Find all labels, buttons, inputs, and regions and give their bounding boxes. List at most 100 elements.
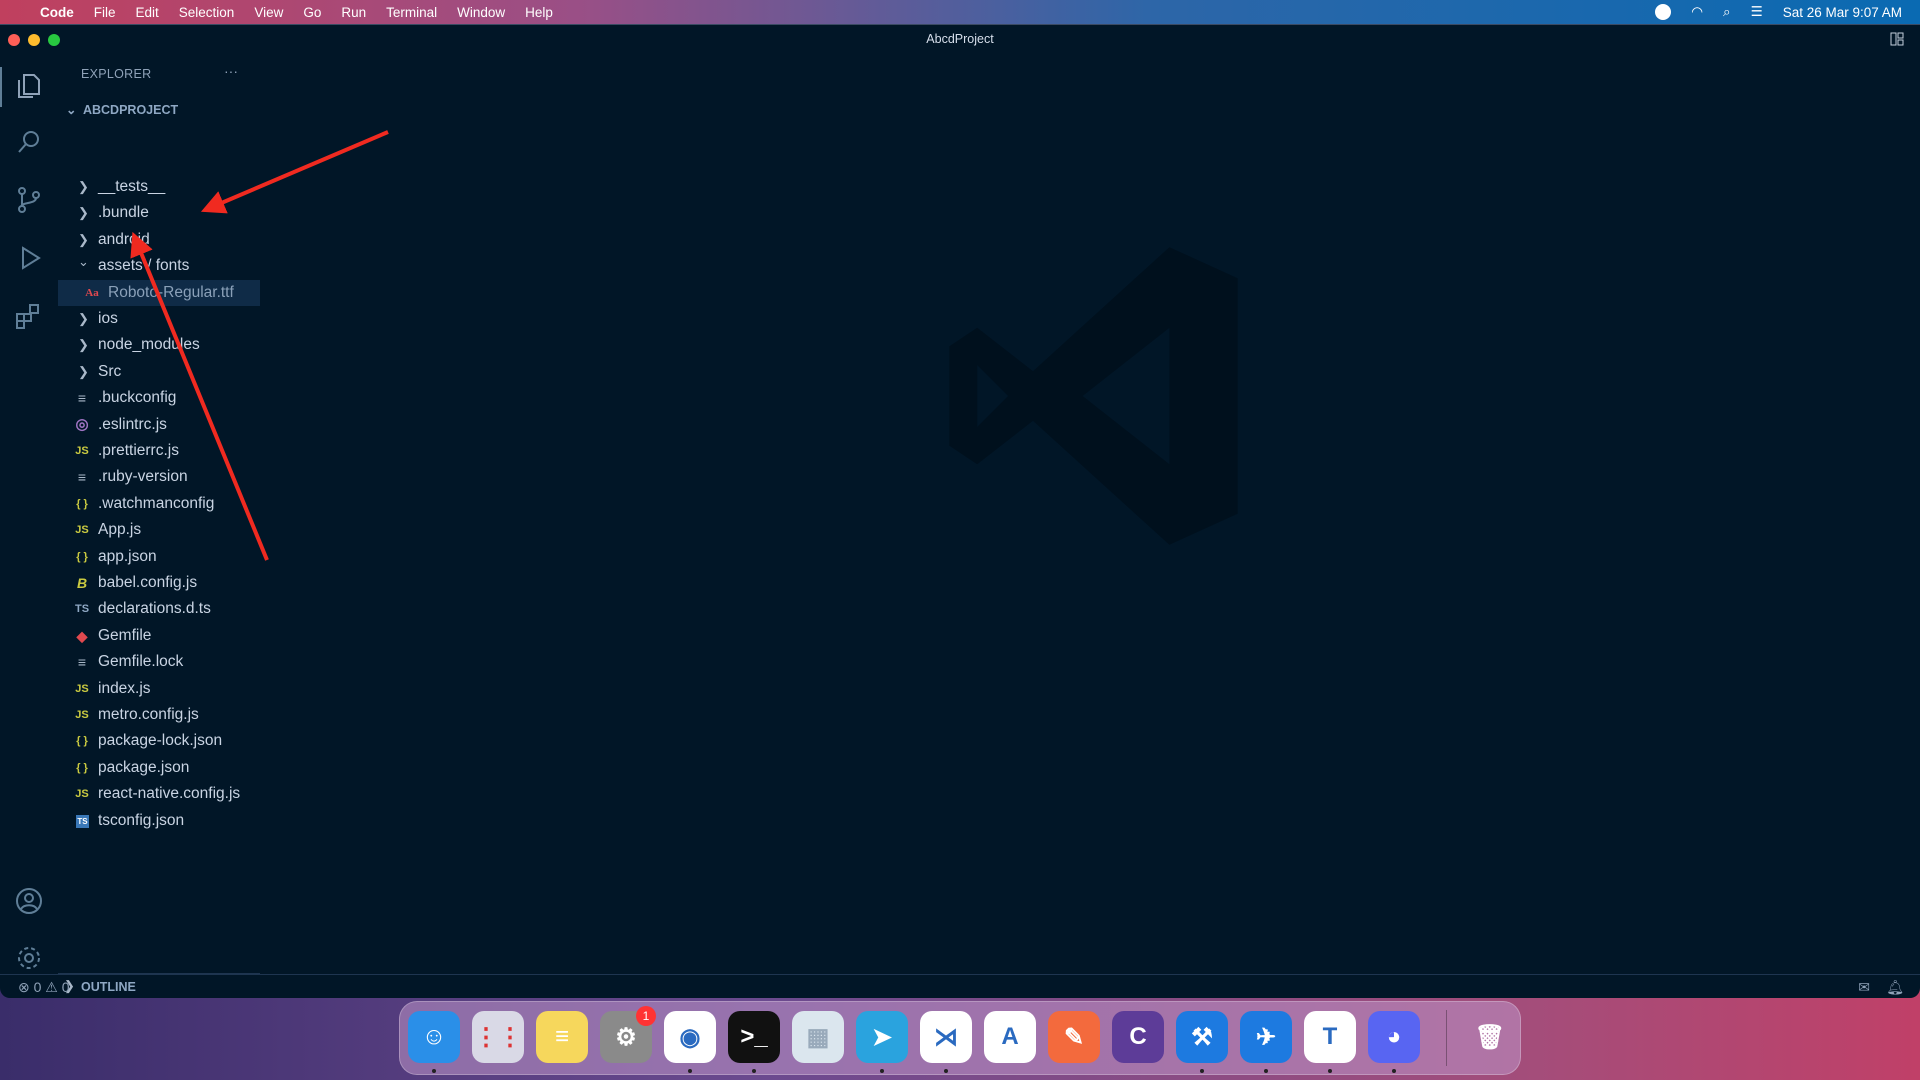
tree-item[interactable]: JS metro.config.js (58, 702, 260, 728)
layout-icon[interactable] (1890, 32, 1904, 46)
explorer-icon[interactable] (14, 71, 44, 101)
tree-item[interactable]: ◎ .eslintrc.js (58, 412, 260, 438)
project-folder-header[interactable]: ⌄ ABCDPROJECT (66, 102, 178, 117)
error-count: 0 (33, 979, 42, 995)
menu-file[interactable]: File (84, 5, 126, 20)
tree-item[interactable]: ❯ node_modules (58, 332, 260, 358)
clock[interactable]: Sat 26 Mar 9:07 AM (1783, 5, 1902, 20)
tree-item-label: ios (98, 310, 118, 327)
menu-run[interactable]: Run (331, 5, 376, 20)
tree-item[interactable]: Bbabel.config.js (58, 570, 260, 596)
tree-item[interactable]: ◆ Gemfile (58, 623, 260, 649)
menu-app[interactable]: Code (30, 5, 84, 20)
tree-item[interactable]: { } .watchmanconfig (58, 491, 260, 517)
wifi-icon[interactable]: ◠ (1691, 4, 1703, 20)
dock-app-chrome[interactable]: ◉ (664, 1011, 716, 1063)
tree-item[interactable]: ❯ .bundle (58, 200, 260, 226)
settings-gear-icon[interactable] (14, 943, 44, 973)
tree-item[interactable]: { } package.json (58, 755, 260, 781)
dock-app-launchpad[interactable]: ⋮⋮ (472, 1011, 524, 1063)
tree-item-label: react-native.config.js (98, 785, 241, 803)
tree-item[interactable]: ❯ __tests__ (58, 174, 260, 200)
dock-app-cursor[interactable]: C (1112, 1011, 1164, 1063)
tree-item[interactable]: JS .prettierrc.js (58, 438, 260, 464)
dock: ☺ ⋮⋮ ≡ ⚙ ◉ >_ ▦ ➤ ⋊ A ✎ C ⚒ ✈ T ◕ 🗑 1 (399, 1001, 1521, 1075)
vscode-watermark-icon (949, 247, 1238, 545)
project-name: ABCDPROJECT (82, 103, 179, 117)
location-icon[interactable] (1655, 4, 1672, 20)
dock-app-teams[interactable]: T (1304, 1011, 1356, 1063)
search-icon[interactable]: ⌕ (1723, 4, 1731, 20)
dock-app-notes[interactable]: ≡ (536, 1011, 588, 1063)
menu-terminal[interactable]: Terminal (376, 5, 447, 20)
problems-indicator[interactable]: ⊗ 0 ⚠ 0 (18, 975, 70, 998)
tree-item[interactable]: { } app.json (58, 544, 260, 570)
tree-item[interactable]: ≡ Gemfile.lock (58, 649, 260, 675)
tree-item-label: node_modules (98, 336, 200, 354)
tree-item-label: babel.config.js (98, 574, 198, 591)
tree-item[interactable]: ❯ Src (58, 359, 260, 385)
account-icon[interactable] (14, 886, 44, 916)
extensions-icon[interactable] (14, 301, 44, 331)
menu-window[interactable]: Window (447, 5, 515, 20)
dock-app-telegram[interactable]: ➤ (856, 1011, 908, 1063)
search-icon[interactable] (14, 127, 44, 157)
tree-item-label: .buckconfig (98, 389, 177, 407)
dock-app-simulator[interactable]: ▦ (792, 1011, 844, 1063)
running-indicator (880, 1069, 884, 1073)
tree-item-label: .bundle (98, 204, 149, 222)
tree-item-label: declarations.d.ts (98, 600, 211, 618)
dock-app-android-studio[interactable]: A (984, 1011, 1036, 1063)
running-indicator (944, 1069, 948, 1073)
tree-item-label: .ruby-version (98, 468, 188, 486)
tree-item-label: package.json (98, 758, 190, 776)
tree-item[interactable]: Aa Roboto-Regular.ttf (58, 279, 260, 306)
run-debug-icon[interactable] (14, 243, 44, 273)
tree-item[interactable]: JS react-native.config.js (58, 781, 260, 807)
control-center-icon[interactable]: ☰ (1751, 4, 1763, 20)
tree-item-label: package-lock.json (98, 732, 223, 750)
dock-app-transporter[interactable]: ✈ (1240, 1011, 1292, 1063)
menu-selection[interactable]: Selection (169, 5, 245, 20)
dock-app-xcode[interactable]: ⚒ (1176, 1011, 1228, 1063)
ts-file-icon: TS (74, 603, 90, 616)
menu-help[interactable]: Help (515, 5, 563, 20)
dock-app-vs-code[interactable]: ⋊ (920, 1011, 972, 1063)
tree-item-label: Roboto-Regular.ttf (108, 283, 234, 301)
tree-item[interactable]: ❯ ios (58, 306, 260, 332)
tree-item[interactable]: ⌄ assets / fonts (58, 253, 260, 279)
tree-item[interactable]: ≡ .ruby-version (58, 464, 260, 490)
source-control-icon[interactable] (14, 185, 44, 215)
menu-go[interactable]: Go (293, 5, 331, 20)
text-file-icon: ≡ (77, 469, 87, 486)
tree-item-label: Gemfile.lock (98, 653, 184, 671)
feedback-icon[interactable]: ✉ (1858, 975, 1870, 998)
menu-edit[interactable]: Edit (126, 5, 169, 20)
explorer-header: EXPLORER (81, 67, 152, 81)
tree-item[interactable]: JS App.js (58, 517, 260, 543)
tree-item-label: app.json (98, 547, 157, 565)
chevron-right-icon: ❯ (78, 311, 89, 326)
dock-app-finder[interactable]: ☺ (408, 1011, 460, 1063)
tree-item[interactable]: TS declarations.d.ts (58, 596, 260, 622)
warning-count: 0 (61, 979, 70, 995)
more-actions-button[interactable]: ··· (224, 63, 238, 79)
dock-app-terminal[interactable]: >_ (728, 1011, 780, 1063)
dock-app-trash[interactable]: 🗑 (1464, 1011, 1516, 1063)
tree-item[interactable]: TS tsconfig.json (58, 808, 260, 834)
tree-item-label: assets / fonts (98, 257, 190, 275)
dock-app-postman[interactable]: ✎ (1048, 1011, 1100, 1063)
tree-item[interactable]: ≡ .buckconfig (58, 385, 260, 411)
tree-item-label: .eslintrc.js (98, 415, 167, 433)
dock-app-discord[interactable]: ◕ (1368, 1011, 1420, 1063)
babel-file-icon: B (76, 575, 88, 591)
tree-item[interactable]: { } package-lock.json (58, 728, 260, 754)
menu-view[interactable]: View (244, 5, 293, 20)
chevron-right-icon: ❯ (78, 205, 89, 221)
tree-item-label: Gemfile (98, 626, 152, 644)
js-file-icon: JS (75, 524, 89, 537)
json-file-icon: { } (76, 735, 88, 748)
tree-item[interactable]: JS index.js (58, 676, 260, 702)
json-file-icon: { } (76, 761, 88, 774)
notifications-bell-icon[interactable]: 🔔︎ (1886, 975, 1904, 998)
